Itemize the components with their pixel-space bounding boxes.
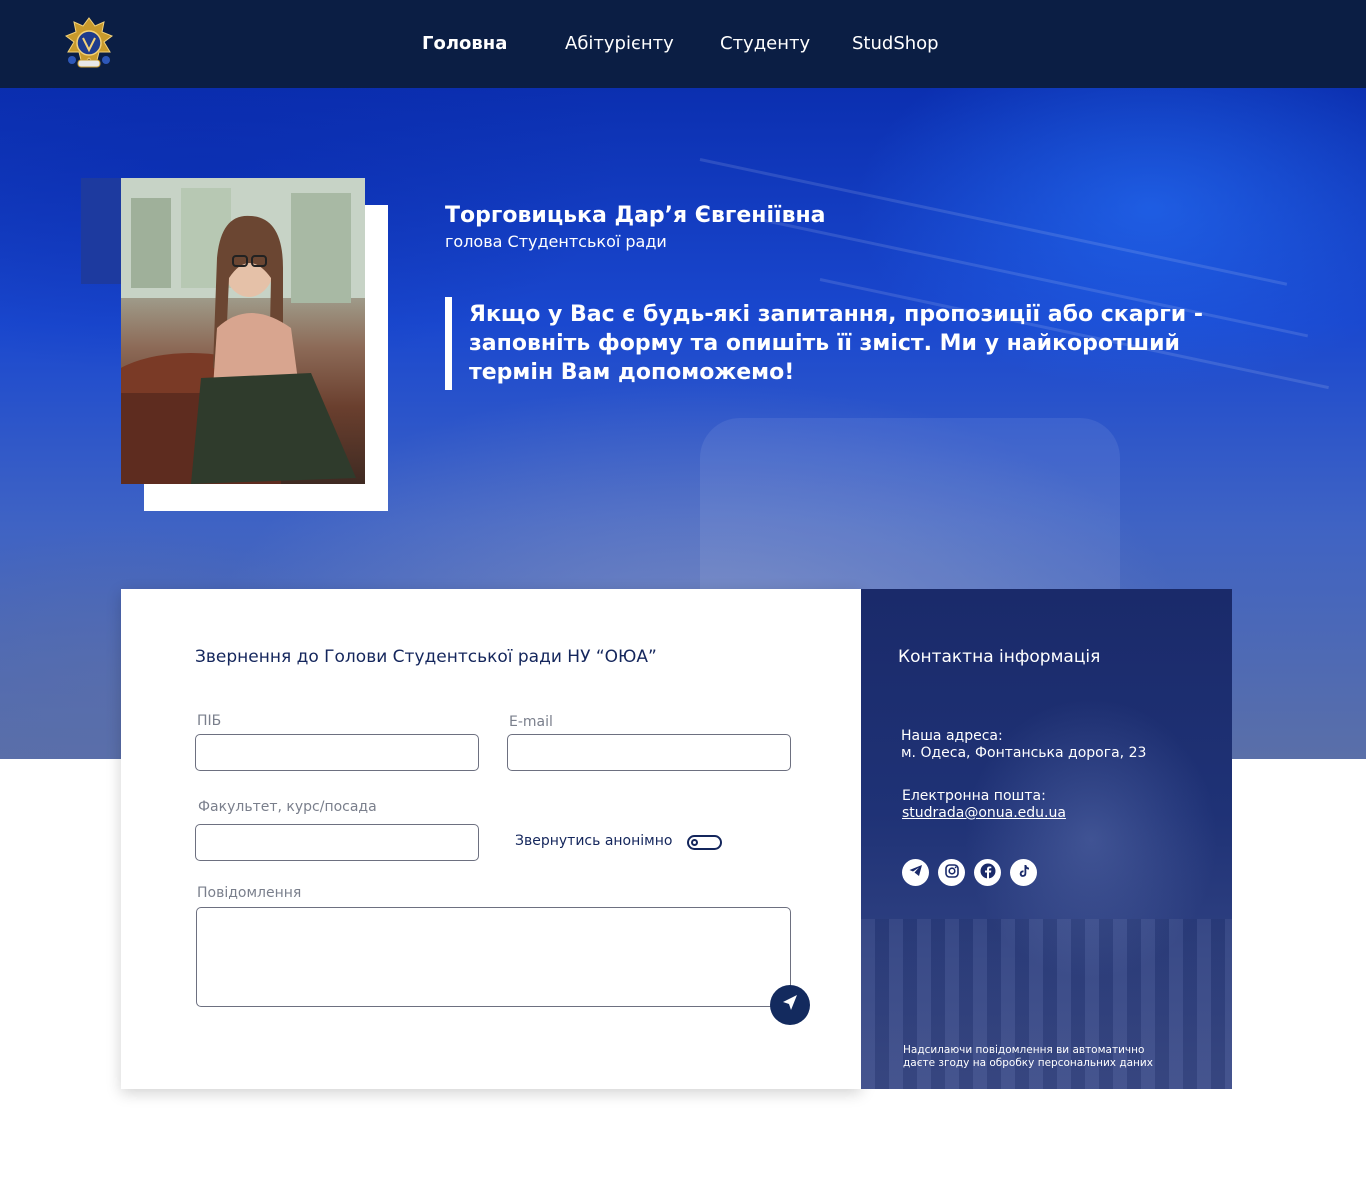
toggle-knob xyxy=(691,839,698,846)
facebook-link[interactable] xyxy=(974,859,1001,886)
email-contact-link[interactable]: studrada@onua.edu.ua xyxy=(902,805,1066,821)
address-label: Наша адреса: xyxy=(901,728,1003,744)
appeal-form: Звернення до Голови Студентської ради НУ… xyxy=(121,589,861,1089)
name-label: ПІБ xyxy=(197,713,222,729)
nav-item-students[interactable]: Студенту xyxy=(720,33,810,54)
contact-title: Контактна інформація xyxy=(898,647,1101,667)
main-nav: Головна Абітурієнту Студенту StudShop xyxy=(0,0,1366,88)
consent-line-1: Надсилаючи повідомлення ви автоматично xyxy=(903,1044,1145,1056)
quote-bar xyxy=(445,297,452,390)
tiktok-link[interactable] xyxy=(1010,859,1037,886)
message-textarea[interactable] xyxy=(196,907,791,1007)
nav-item-studshop[interactable]: StudShop xyxy=(852,33,939,54)
send-icon xyxy=(780,993,800,1017)
header: Головна Абітурієнту Студенту StudShop xyxy=(0,0,1366,88)
email-contact-label: Електронна пошта: xyxy=(902,788,1046,804)
tiktok-icon xyxy=(1016,863,1032,883)
name-input[interactable] xyxy=(195,734,479,771)
head-name: Торговицька Дар’я Євгеніївна xyxy=(445,203,826,228)
anonymous-label: Звернутись анонімно xyxy=(515,833,673,849)
head-portrait-photo xyxy=(121,178,365,484)
send-button[interactable] xyxy=(770,985,810,1025)
instagram-link[interactable] xyxy=(938,859,965,886)
form-title: Звернення до Голови Студентської ради НУ… xyxy=(195,647,657,667)
telegram-icon xyxy=(908,863,924,883)
hero-quote: Якщо у Вас є будь-які запитання, пропози… xyxy=(469,302,1204,385)
head-role: голова Студентської ради xyxy=(445,232,667,251)
consent-note: Надсилаючи повідомлення ви автоматично д… xyxy=(903,1044,1203,1070)
nav-item-home[interactable]: Головна xyxy=(422,33,507,54)
message-label: Повідомлення xyxy=(197,885,302,901)
page: Головна Абітурієнту Студенту StudShop То… xyxy=(0,0,1366,1200)
address-value: м. Одеса, Фонтанська дорога, 23 xyxy=(901,745,1147,761)
instagram-icon xyxy=(944,863,960,883)
telegram-link[interactable] xyxy=(902,859,929,886)
faculty-label: Факультет, курс/посада xyxy=(198,799,377,815)
social-links xyxy=(902,859,1037,886)
facebook-icon xyxy=(980,863,996,883)
consent-line-2: даєте згоду на обробку персональних дани… xyxy=(903,1057,1153,1069)
nav-item-applicants[interactable]: Абітурієнту xyxy=(565,33,674,54)
email-input[interactable] xyxy=(507,734,791,771)
anonymous-toggle[interactable] xyxy=(687,835,722,850)
email-label: E-mail xyxy=(509,714,553,730)
faculty-input[interactable] xyxy=(195,824,479,861)
contact-panel: Контактна інформація Наша адреса: м. Оде… xyxy=(861,589,1232,1089)
